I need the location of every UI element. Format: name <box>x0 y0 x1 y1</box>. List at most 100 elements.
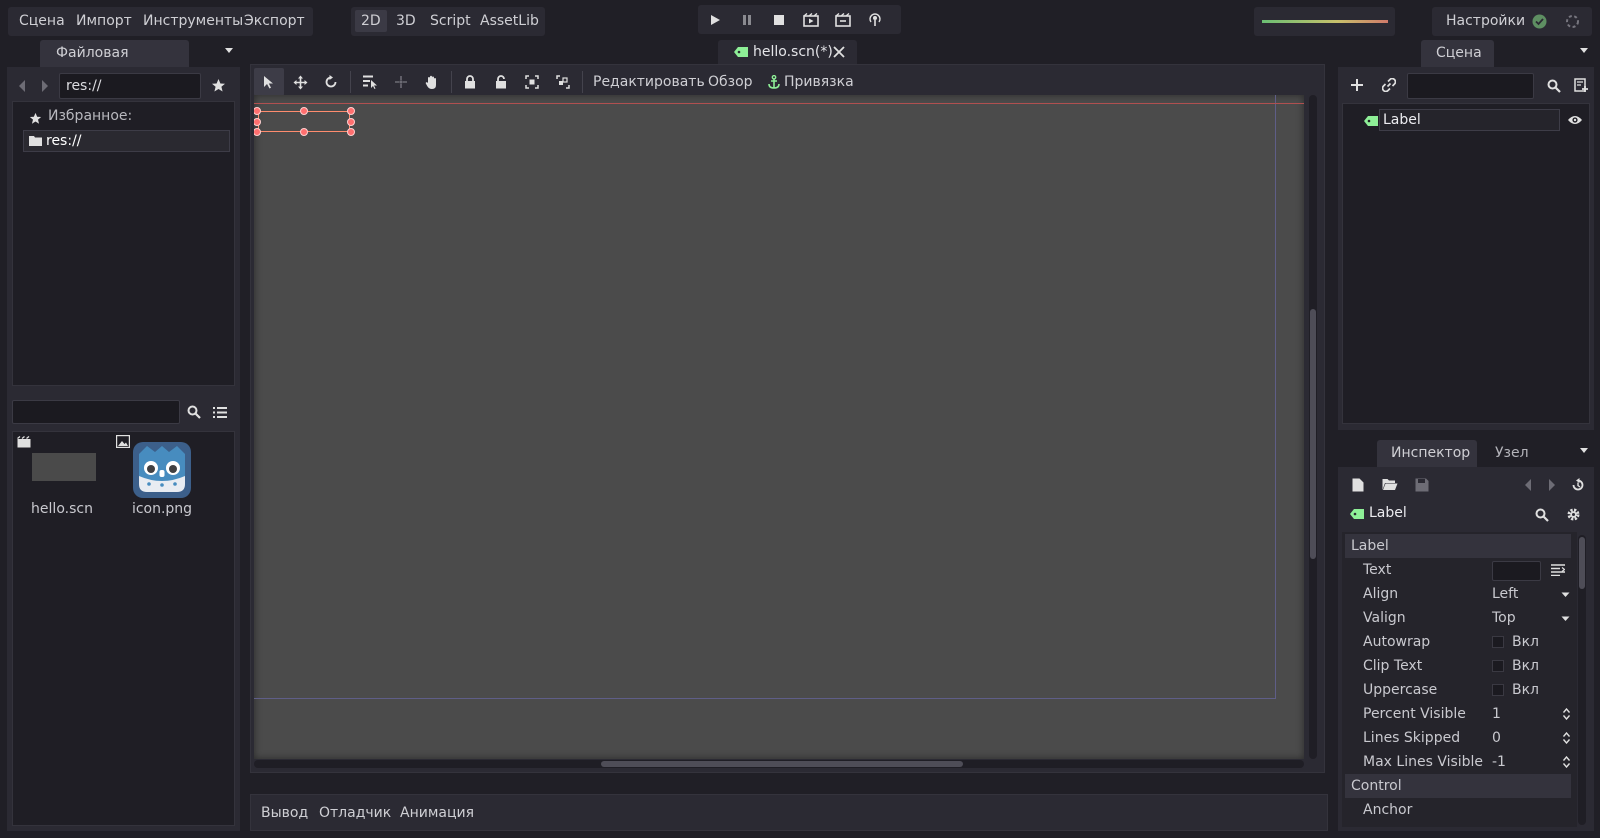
nav-back-icon[interactable] <box>18 79 26 93</box>
node-tab[interactable]: Узел <box>1481 440 1541 467</box>
history-back-icon[interactable] <box>1524 478 1532 492</box>
horizontal-scrollbar[interactable] <box>254 760 1304 768</box>
edit-menu[interactable]: Редактировать <box>593 68 705 96</box>
autowrap-checkbox[interactable] <box>1492 636 1504 648</box>
selection-handle[interactable] <box>300 107 308 115</box>
file-item-image[interactable]: icon.png <box>116 435 208 523</box>
pause-icon[interactable] <box>732 6 762 34</box>
play-icon[interactable] <box>700 6 730 34</box>
file-item-scene[interactable]: hello.scn <box>16 435 108 523</box>
text-value-field[interactable] <box>1492 561 1541 581</box>
pan-hand-icon[interactable] <box>417 68 447 96</box>
vertical-scrollbar[interactable] <box>1309 95 1317 759</box>
clip-text-checkbox[interactable] <box>1492 660 1504 672</box>
search-icon[interactable] <box>187 405 201 419</box>
prop-align[interactable]: Align Left <box>1345 582 1580 606</box>
group-icon[interactable] <box>517 68 547 96</box>
canvas-viewport[interactable] <box>254 95 1304 759</box>
debugger-tab[interactable]: Отладчик <box>319 795 391 831</box>
object-history-icon[interactable] <box>1571 478 1585 492</box>
rotate-mode-icon[interactable] <box>316 68 346 96</box>
align-dropdown[interactable]: Left <box>1492 582 1518 606</box>
snap-menu[interactable]: Привязка <box>784 68 854 96</box>
remote-debug-icon[interactable] <box>860 6 890 34</box>
menu-tools[interactable]: Инструменты <box>136 7 250 35</box>
settings-menu[interactable]: Настройки <box>1446 7 1525 35</box>
mode-assetlib-button[interactable]: AssetLib <box>480 7 539 35</box>
gear-icon[interactable] <box>1566 507 1581 522</box>
mode-2d-button[interactable]: 2D <box>355 10 387 32</box>
selection-handle[interactable] <box>300 128 308 136</box>
menu-export[interactable]: Экспорт <box>237 7 312 35</box>
spinner-icon[interactable] <box>1565 14 1580 29</box>
add-script-icon[interactable] <box>1574 78 1589 93</box>
section-control[interactable]: Control <box>1345 774 1571 798</box>
max-lines-visible-spinbox[interactable]: -1 <box>1492 750 1506 774</box>
view-list-icon[interactable] <box>213 406 227 419</box>
section-label[interactable]: Label <box>1345 534 1571 558</box>
ungroup-icon[interactable] <box>548 68 578 96</box>
spin-arrows-icon[interactable] <box>1563 708 1570 720</box>
output-tab[interactable]: Вывод <box>261 795 308 831</box>
mode-script-button[interactable]: Script <box>430 7 471 35</box>
pivot-icon[interactable] <box>386 68 416 96</box>
menu-scene[interactable]: Сцена <box>12 7 72 35</box>
tree-item-res[interactable]: res:// <box>23 130 230 152</box>
nav-forward-icon[interactable] <box>41 79 49 93</box>
dock-menu-icon[interactable] <box>1579 47 1589 55</box>
menu-import[interactable]: Импорт <box>69 7 139 35</box>
dock-menu-icon[interactable] <box>224 47 234 55</box>
save-icon[interactable] <box>1415 478 1429 492</box>
inspector-tab[interactable]: Инспектор <box>1377 440 1477 467</box>
mode-3d-button[interactable]: 3D <box>396 7 416 35</box>
valign-dropdown[interactable]: Top <box>1492 606 1516 630</box>
animation-tab[interactable]: Анимация <box>400 795 474 831</box>
history-forward-icon[interactable] <box>1548 478 1556 492</box>
file-search-input[interactable] <box>12 400 180 424</box>
node-filter-input[interactable] <box>1407 73 1534 99</box>
prop-percent-visible[interactable]: Percent Visible 1 <box>1345 702 1580 726</box>
prop-lines-skipped[interactable]: Lines Skipped 0 <box>1345 726 1580 750</box>
selection-handle[interactable] <box>347 128 355 136</box>
spin-arrows-icon[interactable] <box>1563 732 1570 744</box>
percent-visible-spinbox[interactable]: 1 <box>1492 702 1501 726</box>
uppercase-checkbox[interactable] <box>1492 684 1504 696</box>
play-custom-scene-icon[interactable] <box>828 6 858 34</box>
node-name-field[interactable]: Label <box>1379 109 1560 131</box>
chevron-down-icon[interactable] <box>1561 592 1570 598</box>
new-resource-icon[interactable] <box>1352 478 1364 492</box>
path-field[interactable]: res:// <box>59 73 201 99</box>
stop-icon[interactable] <box>764 6 794 34</box>
chevron-down-icon[interactable] <box>1561 616 1570 622</box>
prop-max-lines-visible[interactable]: Max Lines Visible -1 <box>1345 750 1580 774</box>
lines-skipped-spinbox[interactable]: 0 <box>1492 726 1501 750</box>
prop-uppercase[interactable]: Uppercase Вкл <box>1345 678 1580 702</box>
selection-handle[interactable] <box>347 107 355 115</box>
multiline-edit-icon[interactable] <box>1551 564 1565 576</box>
open-folder-icon[interactable] <box>1382 478 1398 491</box>
view-menu[interactable]: Обзор <box>708 68 753 96</box>
search-icon[interactable] <box>1535 508 1549 522</box>
play-scene-icon[interactable] <box>796 6 826 34</box>
instance-scene-icon[interactable] <box>1382 78 1396 92</box>
list-select-icon[interactable] <box>355 68 385 96</box>
close-icon[interactable] <box>833 46 845 58</box>
add-node-icon[interactable] <box>1350 78 1364 92</box>
dock-menu-icon[interactable] <box>1579 447 1589 455</box>
favorite-star-icon[interactable] <box>211 78 226 93</box>
scene-dock-tab[interactable]: Сцена <box>1421 40 1494 67</box>
spin-arrows-icon[interactable] <box>1563 756 1570 768</box>
select-mode-icon[interactable] <box>254 68 284 96</box>
search-icon[interactable] <box>1547 79 1561 93</box>
prop-valign[interactable]: Valign Top <box>1345 606 1580 630</box>
prop-autowrap[interactable]: Autowrap Вкл <box>1345 630 1580 654</box>
selection-handle[interactable] <box>347 118 355 126</box>
scene-tab[interactable]: hello.scn(*) <box>718 40 857 64</box>
scene-tree-item-label[interactable]: Label <box>1357 109 1585 133</box>
prop-text[interactable]: Text <box>1345 558 1580 582</box>
lock-icon[interactable] <box>455 68 485 96</box>
prop-clip-text[interactable]: Clip Text Вкл <box>1345 654 1580 678</box>
unlock-icon[interactable] <box>486 68 516 96</box>
filesystem-tab[interactable]: Файловая система <box>40 40 189 88</box>
visibility-eye-icon[interactable] <box>1567 114 1583 126</box>
